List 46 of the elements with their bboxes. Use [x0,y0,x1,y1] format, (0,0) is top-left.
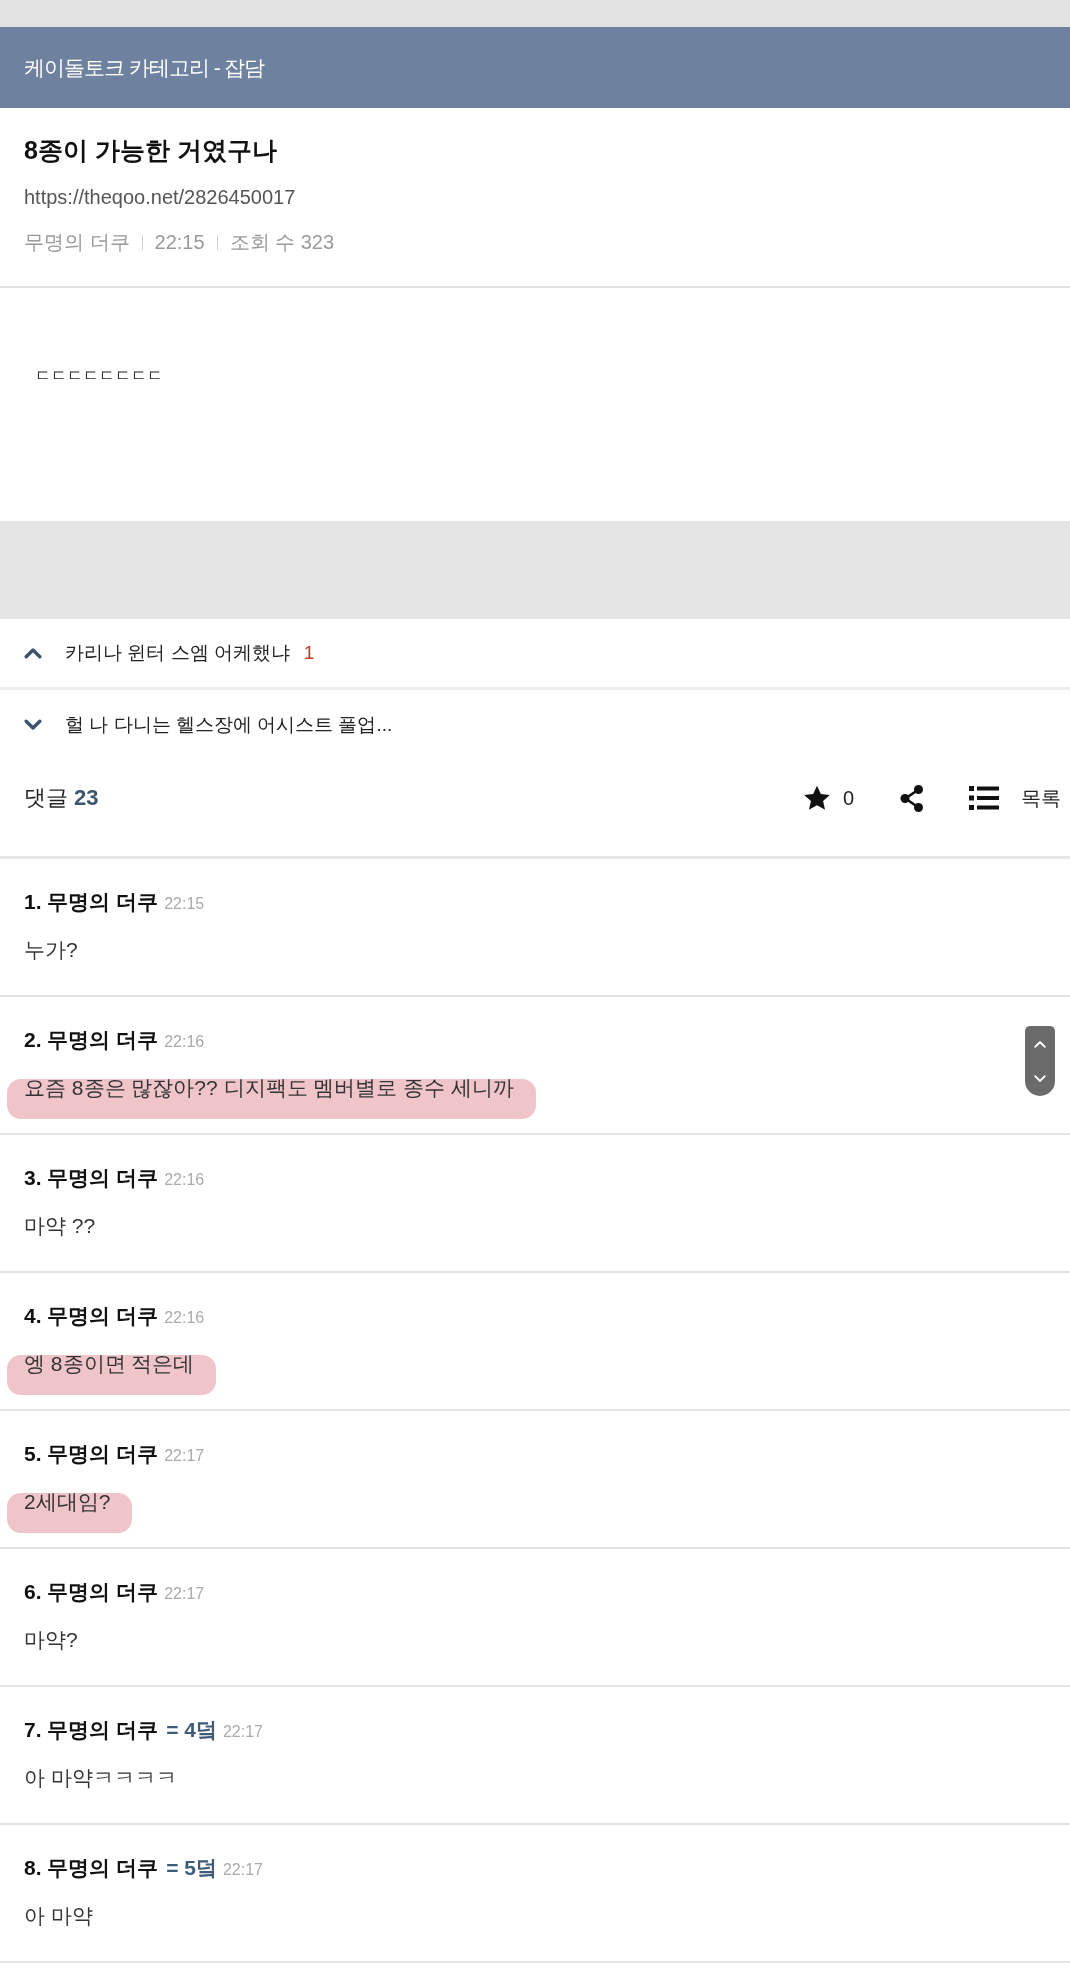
list-icon [969,786,999,810]
comment-time: 22:16 [164,1308,205,1328]
comment-author: 5. 무명의 더쿠 [24,1441,159,1467]
comment-time: 22:15 [164,894,205,914]
post-text: ㄷㄷㄷㄷㄷㄷㄷㄷ [35,367,163,384]
comment-text: 요즘 8종은 많잖아?? 디지팩도 멤버별로 종수 세니까 [24,1076,515,1099]
comment-text: 마약 ?? [24,1214,96,1237]
comment-count: 1 [303,642,315,664]
chevron-down-icon [24,719,42,731]
comment-author: 7. 무명의 더쿠 [24,1717,159,1743]
comment-author: 4. 무명의 더쿠 [24,1303,159,1329]
comment-text: 아 마약ㅋㅋㅋㅋ [24,1766,177,1789]
comment-time: 22:17 [164,1446,205,1466]
comment-text: 아 마약 [24,1904,93,1927]
comment-author: 1. 무명의 더쿠 [24,889,159,915]
reply-tag: = 5덬 [166,1853,217,1883]
post-url: https://theqoo.net/2826450017 [24,186,296,208]
chevron-up-icon [24,647,42,659]
comment-time: 22:16 [164,1032,205,1052]
comment-time: 22:17 [222,1722,263,1742]
chevron-up-icon [1034,1039,1046,1048]
recommend-button[interactable]: 0 [802,783,854,813]
comments-label: 댓글 [24,784,68,812]
chevron-down-icon [1034,1074,1046,1083]
comment-time: 22:17 [164,1584,205,1604]
post-author: 무명의 더쿠 [24,230,130,255]
comment-author: 6. 무명의 더쿠 [24,1579,159,1605]
share-button[interactable] [900,784,924,812]
comment-time: 22:17 [222,1860,263,1880]
category-title: 케이돌토크 카테고리 - 잡담 [24,54,265,81]
post-title: 8종이 가능한 거였구나 [24,135,277,166]
comments-count: 23 [74,784,99,812]
reply-tag: = 4덬 [166,1715,217,1745]
post-time: 22:15 [154,230,205,255]
comment-text: 2세대임? [24,1490,111,1513]
comment-author: 8. 무명의 더쿠 [24,1855,159,1881]
comment-text: 마약? [24,1628,78,1651]
comment-text: 엥 8종이면 적은데 [24,1352,195,1375]
comment-author: 2. 무명의 더쿠 [24,1027,159,1053]
comment-time: 22:16 [164,1170,205,1190]
share-icon [900,784,924,812]
view-count: 조회 수 323 [229,230,335,255]
comment-text: 누가? [24,938,78,961]
list-button[interactable]: 목록 [969,783,1061,813]
star-icon [802,784,831,812]
comment-author: 3. 무명의 더쿠 [24,1165,159,1191]
